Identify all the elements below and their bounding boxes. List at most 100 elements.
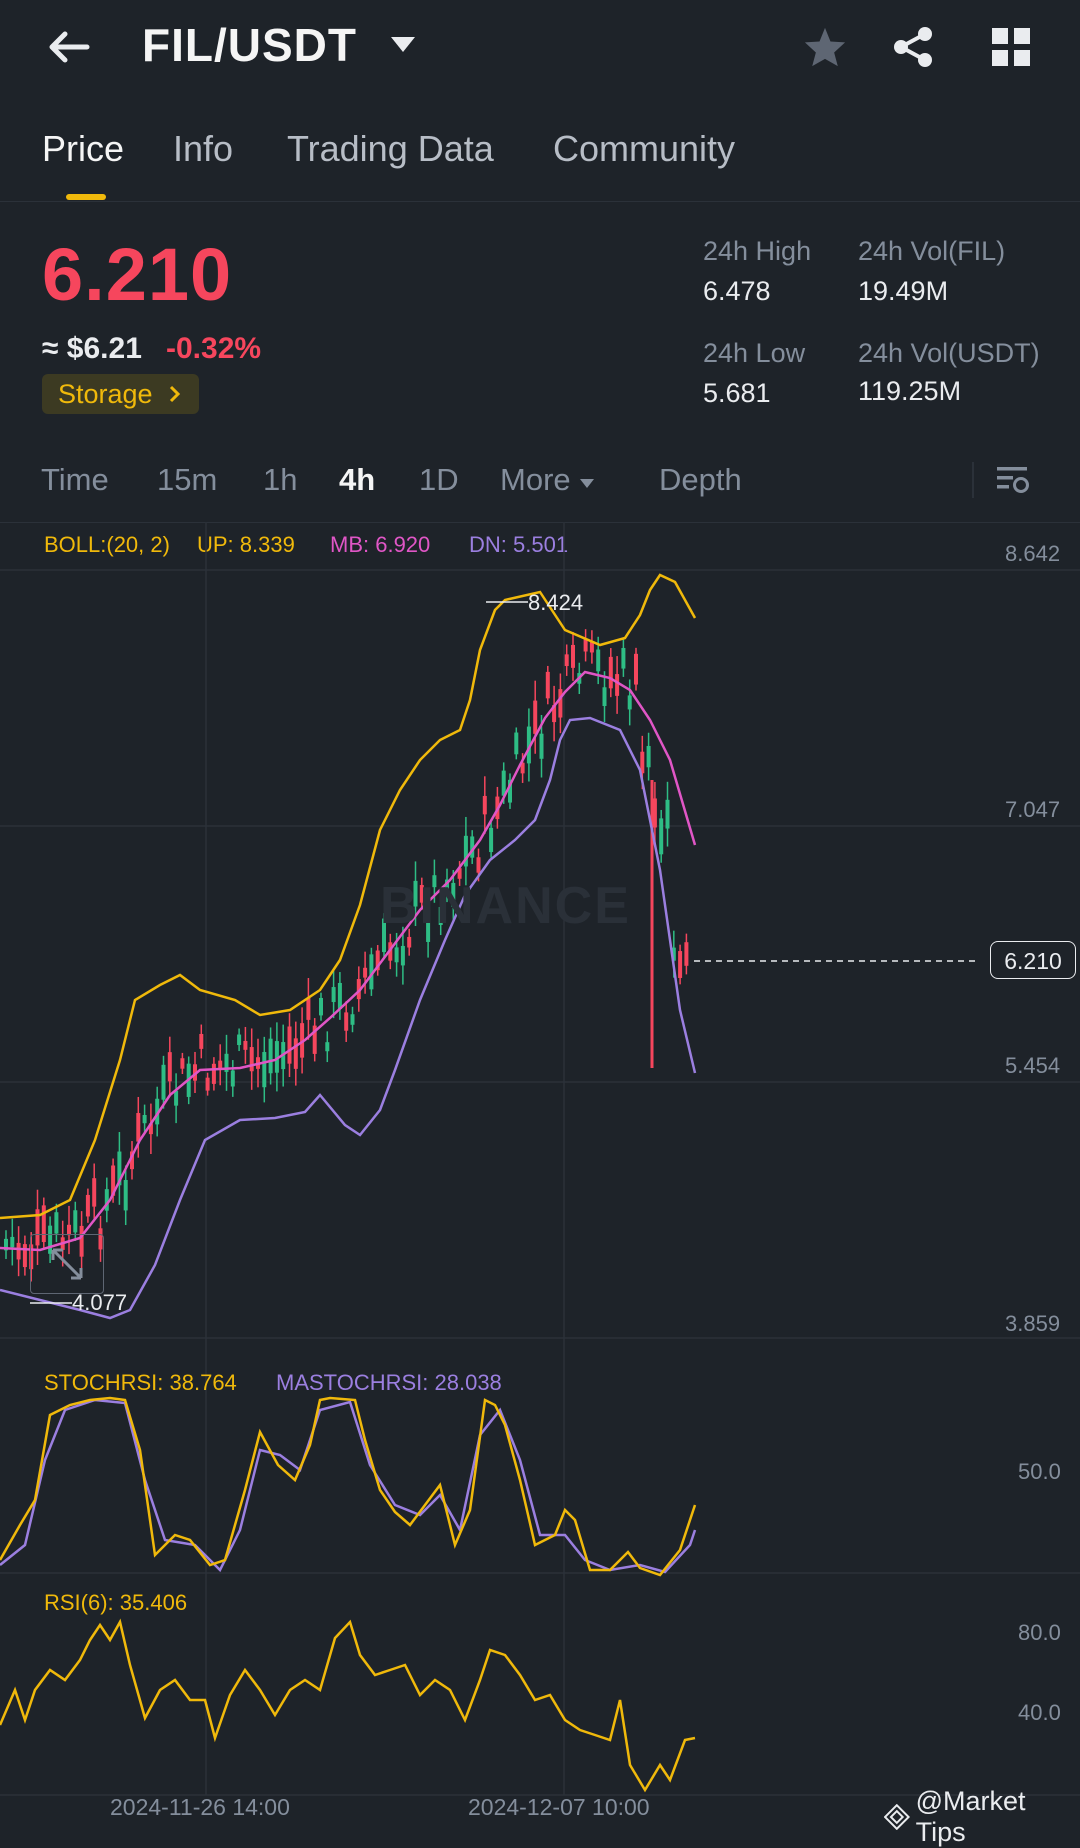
candle-body <box>350 1014 355 1025</box>
candle-body <box>621 647 626 669</box>
candle-body <box>646 745 651 768</box>
max-price-label: 8.424 <box>528 590 584 615</box>
candle-body <box>476 857 481 873</box>
candle-body <box>678 951 683 978</box>
candle-body <box>85 1194 90 1217</box>
price-tick: 5.454 <box>1005 1053 1061 1078</box>
candle-body <box>608 656 613 689</box>
interval-1d[interactable]: 1D <box>419 462 459 498</box>
time-axis-label: 2024-11-26 14:00 <box>110 1794 290 1820</box>
candle-body <box>287 1026 292 1064</box>
back-arrow-icon[interactable] <box>44 22 94 72</box>
candle-body <box>54 1212 59 1234</box>
candle-body <box>482 795 487 815</box>
pair-title[interactable]: FIL/USDT <box>142 18 357 72</box>
candle-body <box>73 1210 78 1233</box>
current-price-tag: 6.210 <box>990 941 1076 979</box>
tab-info[interactable]: Info <box>173 128 233 170</box>
divider <box>0 201 1080 202</box>
candle-body <box>211 1063 216 1084</box>
active-tab-indicator <box>66 194 106 200</box>
candle-body <box>243 1040 248 1050</box>
tab-community[interactable]: Community <box>553 128 735 170</box>
star-icon[interactable] <box>800 22 850 72</box>
candle-body <box>407 936 412 948</box>
interval-more-label: More <box>500 462 571 497</box>
candle-body <box>199 1033 204 1049</box>
rsi-label: RSI(6): 35.406 <box>44 1590 188 1615</box>
category-tag-label: Storage <box>58 379 153 409</box>
interval-4h[interactable]: 4h <box>339 462 375 498</box>
candle-body <box>684 942 689 966</box>
share-icon[interactable] <box>888 22 938 72</box>
candle-body <box>634 653 638 685</box>
candle-body <box>665 799 670 829</box>
expand-icon[interactable] <box>30 1234 104 1294</box>
candle-body <box>174 1090 179 1106</box>
candle-body <box>659 818 664 855</box>
caret-down-icon <box>579 462 595 497</box>
candle-body <box>558 689 563 718</box>
candle-body <box>268 1038 273 1074</box>
vol-fil-value: 19.49M <box>858 276 949 306</box>
candle-body <box>205 1077 210 1091</box>
grid-icon[interactable] <box>986 22 1036 72</box>
candle-body <box>237 1034 242 1046</box>
caret-down-icon[interactable] <box>390 36 416 59</box>
candle-body <box>319 997 323 1016</box>
rsi-tick: 40.0 <box>1018 1700 1061 1725</box>
candle-body <box>596 649 601 672</box>
candle-body <box>10 1236 15 1248</box>
candle-body <box>331 987 336 1003</box>
candle-body <box>501 770 506 796</box>
low-value: 5.681 <box>703 378 771 408</box>
binance-watermark: BINANCE <box>380 877 631 935</box>
candle-body <box>142 1114 147 1124</box>
interval-1h[interactable]: 1h <box>263 462 297 498</box>
stoch-tick: 50.0 <box>1018 1459 1061 1484</box>
candle-body <box>218 1060 223 1069</box>
interval-depth[interactable]: Depth <box>659 462 742 498</box>
candle-body <box>394 947 399 963</box>
chart-settings-icon[interactable] <box>995 462 1031 503</box>
candle-body <box>293 1038 298 1069</box>
price-change: -0.32% <box>166 332 262 365</box>
candle-body <box>262 1052 267 1088</box>
candlestick-chart[interactable] <box>0 522 1080 1825</box>
high-value: 6.478 <box>703 276 771 306</box>
min-price-label: 4.077 <box>72 1290 128 1315</box>
candle-body <box>564 654 569 667</box>
interval-15m[interactable]: 15m <box>157 462 217 498</box>
candle-body <box>22 1244 27 1268</box>
category-tag[interactable]: Storage <box>42 374 199 414</box>
candle-body <box>92 1178 97 1207</box>
candle-body <box>615 674 620 696</box>
candle-body <box>489 827 494 853</box>
candle-body <box>539 733 544 759</box>
tab-price[interactable]: Price <box>42 128 124 170</box>
candle-body <box>123 1180 128 1211</box>
stochrsi-label: STOCHRSI: 38.764 <box>44 1370 237 1395</box>
interval-more[interactable]: More <box>500 462 595 498</box>
candle-body <box>583 639 588 652</box>
candle-body <box>306 997 311 1020</box>
usd-price: ≈ $6.21 <box>42 332 142 365</box>
candle-body <box>337 982 342 1009</box>
candle-body <box>136 1113 141 1142</box>
candle-body <box>230 1070 235 1087</box>
high-label: 24h High <box>703 236 812 266</box>
candle-body <box>571 644 575 668</box>
candle-body <box>545 671 550 699</box>
interval-time[interactable]: Time <box>41 462 109 498</box>
tab-trading-data[interactable]: Trading Data <box>287 128 494 170</box>
candle-body <box>514 732 519 755</box>
mastochrsi-label: MASTOCHRSI: 28.038 <box>276 1370 502 1395</box>
diamond-logo-icon <box>884 1804 910 1830</box>
price-tick: 3.859 <box>1005 1311 1061 1336</box>
vol-usdt-value: 119.25M <box>858 376 962 406</box>
candle-body <box>180 1058 185 1069</box>
time-axis-label: 2024-12-07 10:00 <box>468 1794 650 1820</box>
candle-body <box>363 967 368 978</box>
chevron-right-icon <box>169 374 181 414</box>
vol-fil-label: 24h Vol(FIL) <box>858 236 1006 266</box>
